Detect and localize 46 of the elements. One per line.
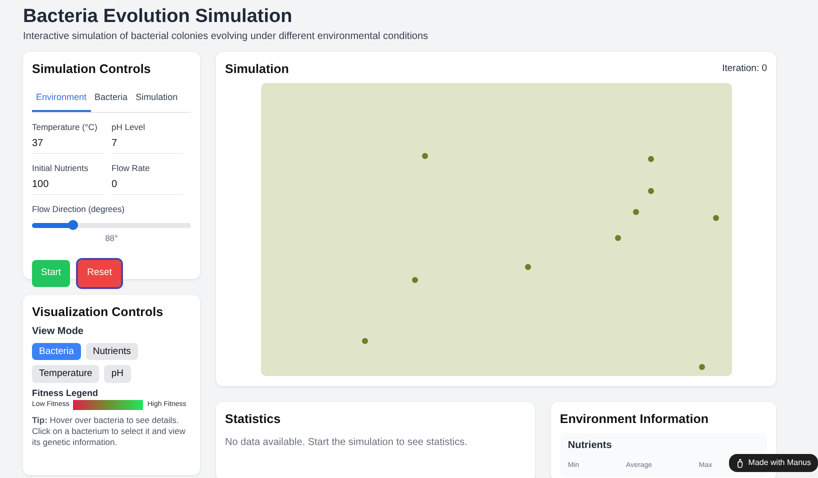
bacterium-dot[interactable] (362, 338, 368, 344)
tab[interactable]: Environment (32, 84, 91, 112)
bacterium-dot[interactable] (699, 364, 706, 370)
view-mode-button[interactable]: pH (104, 365, 130, 383)
view-mode-button[interactable]: Bacteria (32, 342, 81, 360)
panel-title: Simulation (225, 62, 289, 77)
input-field[interactable]: 37 (32, 134, 104, 154)
iteration-counter: Iteration: 0 (722, 62, 767, 76)
panel-title: Environment Information (560, 412, 710, 427)
section-label: View Mode (32, 324, 84, 339)
bacterium-dot[interactable] (525, 264, 532, 270)
tab[interactable]: Simulation (132, 84, 182, 112)
fitness-gradient (73, 400, 144, 410)
field-label: Flow Direction (degrees) (32, 202, 126, 216)
page-title: Bacteria Evolution Simulation (23, 6, 294, 29)
hand-icon (736, 458, 744, 468)
input-field[interactable]: 100 (32, 174, 104, 195)
bacterium-dot[interactable] (648, 156, 654, 162)
input-field[interactable]: 0 (112, 174, 183, 195)
bacterium-dot[interactable] (633, 208, 640, 215)
slider-value: 88° (104, 232, 119, 244)
field-label: Initial Nutrients (32, 162, 90, 175)
field-label: Flow Rate (112, 162, 151, 175)
bacterium-dot[interactable] (648, 188, 654, 194)
reset-button[interactable]: Reset (78, 260, 121, 287)
bacterium-dot[interactable] (422, 152, 428, 159)
field-label: Temperature (°C) (32, 121, 98, 134)
panel-title: Visualization Controls (32, 304, 164, 320)
bacterium-dot[interactable] (412, 276, 418, 283)
made-with-badge[interactable]: Made with Manus (729, 454, 818, 472)
panel-title: Simulation Controls (32, 62, 152, 77)
view-mode-button[interactable]: Temperature (32, 365, 100, 383)
tip-text: Tip: Hover over bacteria to see details. Click on a bacterium to select it and view its genetic information. (32, 414, 187, 448)
legend-title: Fitness Legend (32, 386, 100, 400)
section-title: Nutrients (568, 438, 612, 453)
panel-title: Statistics (225, 412, 282, 427)
slider-track[interactable] (32, 222, 191, 228)
bacterium-dot[interactable] (713, 214, 720, 221)
tab[interactable]: Bacteria (90, 84, 132, 112)
bacterium-dot[interactable] (615, 234, 622, 241)
slider-thumb[interactable] (68, 220, 78, 230)
field-label: pH Level (112, 121, 146, 134)
input-field[interactable]: 7 (112, 134, 183, 154)
view-mode-button[interactable]: Nutrients (86, 342, 138, 360)
page-subtitle: Interactive simulation of bacterial colonies evolving under different environmental conditions (23, 30, 430, 44)
empty-message: No data available. Start the simulation to see statistics. (225, 436, 468, 450)
